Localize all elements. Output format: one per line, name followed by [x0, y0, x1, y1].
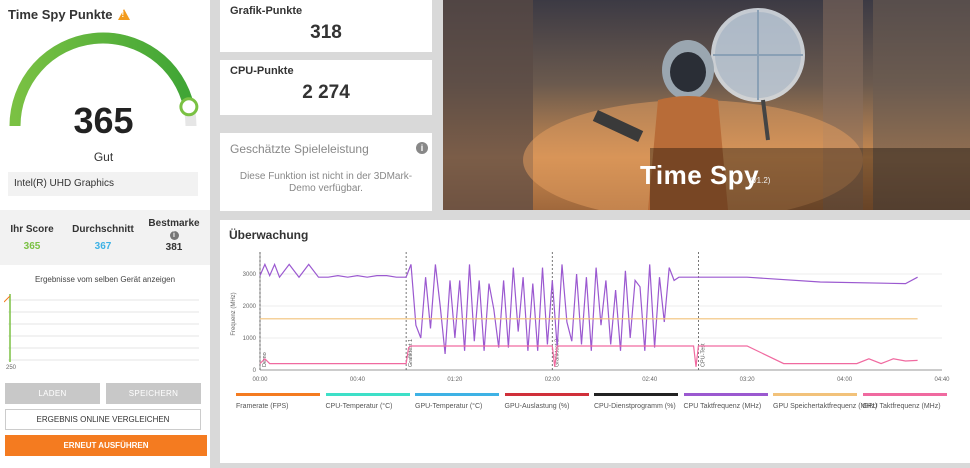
- series-line: [259, 345, 918, 367]
- x-tick-label: 00:00: [252, 377, 268, 383]
- save-button[interactable]: SPEICHERN: [106, 383, 201, 404]
- legend-label: CPU Taktfrequenz (MHz): [683, 403, 762, 410]
- legend-swatch: [415, 393, 499, 396]
- legend-label: CPU-Dienstprogramm (%): [594, 403, 676, 410]
- y-axis-label: Frequenz (MHz): [231, 292, 237, 335]
- average-score-label: Durchschnitt: [72, 224, 134, 235]
- cpu-score-card: CPU-Punkte 2 274: [220, 60, 432, 115]
- graphics-score-value: 318: [310, 22, 342, 43]
- x-tick-label: 04:40: [934, 377, 950, 383]
- legend-item[interactable]: CPU Taktfrequenz (MHz): [683, 393, 768, 415]
- run-again-button[interactable]: ERNEUT AUSFÜHREN: [5, 435, 207, 456]
- y-tick-label: 1000: [243, 336, 257, 342]
- legend-item[interactable]: Framerate (FPS): [236, 393, 320, 415]
- score-rating: Gut: [93, 150, 114, 164]
- legend-swatch: [773, 393, 857, 396]
- mini-axis-label: 250: [6, 365, 17, 370]
- x-tick-label: 00:40: [350, 377, 366, 383]
- legend-swatch: [325, 393, 410, 396]
- game-performance-text: Diese Funktion ist nicht in der 3DMark-D…: [239, 171, 413, 194]
- legend-item[interactable]: GPU Taktfrequenz (MHz): [862, 393, 947, 415]
- score-comparison: Ihr Score 365 Durchschnitt 367 Bestmarke…: [0, 210, 210, 265]
- best-score-label: Bestmarke: [148, 218, 200, 229]
- info-icon[interactable]: i: [169, 231, 179, 240]
- x-tick-label: 04:00: [837, 377, 853, 383]
- series-line: [259, 262, 918, 355]
- average-score-value: 367: [94, 241, 112, 252]
- graphics-score-label: Grafik-Punkte: [230, 5, 303, 17]
- legend-item[interactable]: CPU-Dienstprogramm (%): [594, 393, 678, 415]
- chart-legend: Framerate (FPS) CPU-Temperatur (°C) GPU-Te…: [236, 393, 956, 433]
- score-value: 365: [73, 100, 134, 141]
- legend-label: Framerate (FPS): [236, 403, 289, 410]
- gpu-name: Intel(R) UHD Graphics: [8, 172, 198, 196]
- hero-title: Time Spy: [640, 160, 760, 190]
- hero-version: (v1.2): [750, 176, 771, 185]
- legend-item[interactable]: GPU-Auslastung (%): [504, 393, 589, 415]
- legend-label: CPU-Temperatur (°C): [325, 403, 393, 410]
- x-tick-label: 01:20: [447, 377, 463, 383]
- game-performance-title: Geschätzte Spieleleistung: [230, 142, 369, 156]
- score-distribution-chart: 250: [4, 294, 199, 370]
- legend-swatch: [683, 393, 768, 396]
- cpu-score-label: CPU-Punkte: [230, 65, 294, 77]
- x-tick-label: 02:00: [545, 377, 561, 383]
- best-score: Bestmarke i 381: [144, 218, 204, 253]
- compare-online-button[interactable]: ERGEBNIS ONLINE VERGLEICHEN: [5, 409, 201, 430]
- average-score: Durchschnitt 367: [70, 224, 136, 252]
- load-button[interactable]: LADEN: [5, 383, 100, 404]
- x-tick-label: 02:40: [642, 377, 658, 383]
- phase-label: Grafiktest 1: [408, 339, 414, 367]
- your-score-value: 365: [23, 241, 41, 252]
- legend-swatch: [504, 393, 589, 396]
- x-tick-label: 03:20: [740, 377, 756, 383]
- legend-swatch: [236, 393, 320, 396]
- cpu-score-value: 2 274: [302, 82, 350, 103]
- best-score-value: 381: [165, 242, 183, 253]
- same-device-link[interactable]: Ergebnisse vom selben Gerät anzeigen: [0, 275, 210, 284]
- legend-item[interactable]: CPU-Temperatur (°C): [325, 393, 410, 415]
- monitoring-panel: Überwachung 3000 2000 1000 0 Frequenz (MHz) 0…: [220, 220, 970, 463]
- legend-label: GPU Taktfrequenz (MHz): [862, 403, 941, 410]
- score-panel: Time Spy Punkte 365 Gut Intel(R) UHD Gra…: [0, 0, 210, 468]
- app-root: Time Spy Punkte 365 Gut Intel(R) UHD Gra…: [0, 0, 970, 468]
- y-tick-label: 2000: [243, 304, 257, 310]
- y-tick-label: 0: [253, 368, 257, 374]
- legend-item[interactable]: GPU-Temperatur (°C): [415, 393, 499, 415]
- legend-swatch: [862, 393, 947, 396]
- y-tick-label: 3000: [243, 272, 257, 278]
- your-score-label: Ihr Score: [10, 224, 54, 235]
- legend-label: GPU-Auslastung (%): [504, 403, 570, 410]
- legend-label: GPU-Temperatur (°C): [415, 403, 483, 410]
- graphics-score-card: Grafik-Punkte 318: [220, 0, 432, 52]
- your-score: Ihr Score 365: [4, 224, 60, 252]
- legend-swatch: [594, 393, 678, 396]
- game-performance-card: Geschätzte Spieleleistung i Diese Funkti…: [220, 133, 432, 211]
- info-icon[interactable]: i: [416, 142, 428, 154]
